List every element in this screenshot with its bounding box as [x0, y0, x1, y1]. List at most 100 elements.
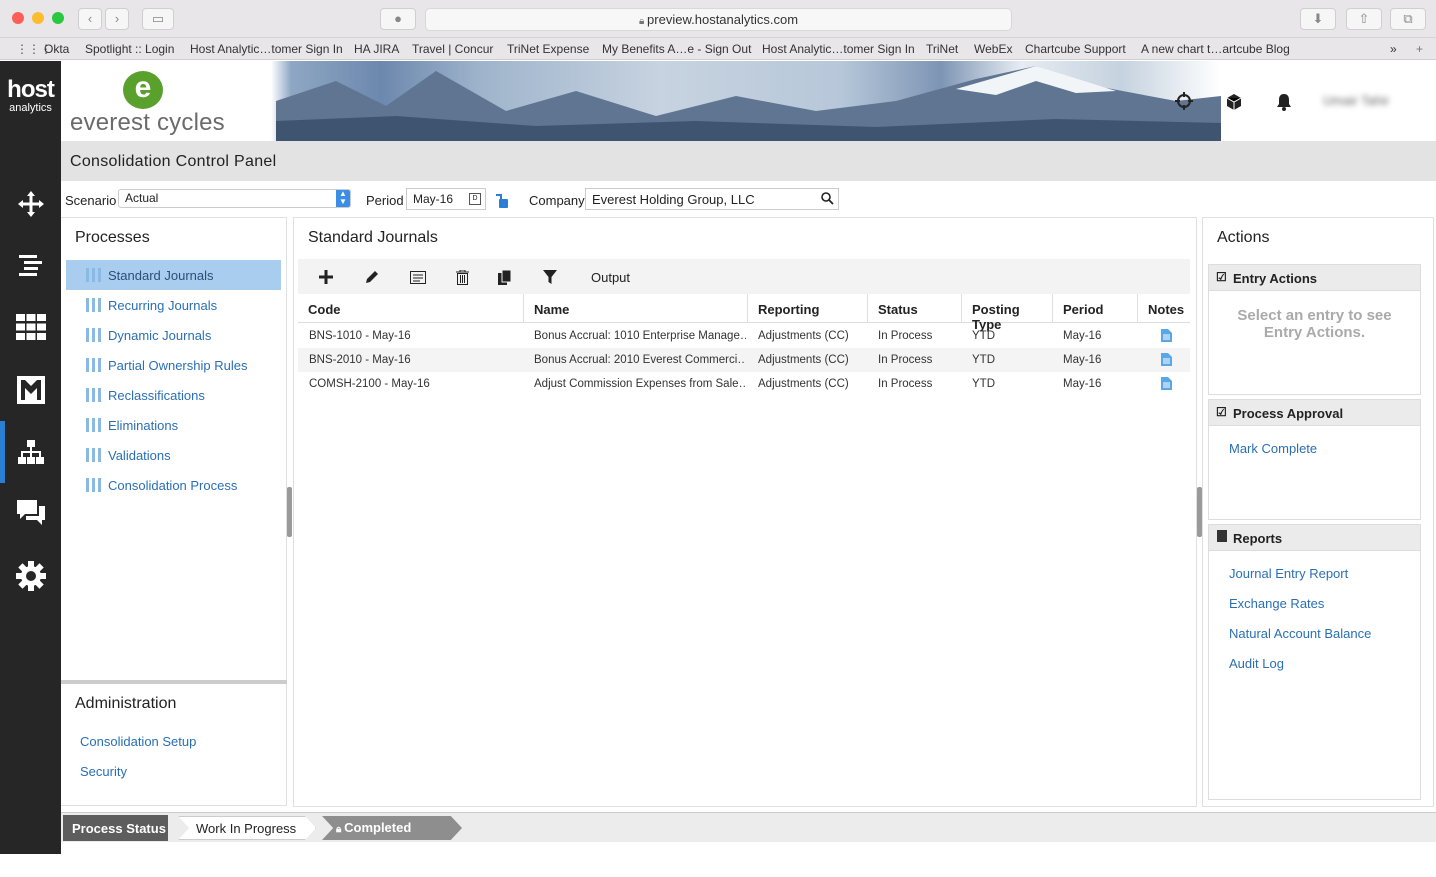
share-button[interactable]: ⇧ — [1346, 8, 1382, 30]
bookmark[interactable]: WebEx — [974, 42, 1012, 56]
period-field[interactable]: May-16 D — [406, 188, 486, 210]
note-document-icon[interactable] — [1161, 377, 1172, 393]
cell-code: BNS-1010 - May-16 — [309, 330, 411, 342]
bookmark[interactable]: Chartcube Support — [1025, 42, 1126, 56]
edit-pencil-icon[interactable] — [362, 267, 382, 287]
bookmark[interactable]: Host Analytic…tomer Sign In — [190, 42, 343, 56]
bell-icon[interactable] — [1276, 93, 1292, 114]
filter-funnel-icon[interactable] — [540, 267, 560, 287]
process-item-partial-ownership-rules[interactable]: Partial Ownership Rules — [66, 350, 281, 380]
mark-complete-link[interactable]: Mark Complete — [1229, 441, 1317, 456]
add-icon[interactable] — [316, 267, 336, 287]
process-label: Dynamic Journals — [108, 327, 212, 343]
company-value: Everest Holding Group, LLC — [592, 192, 755, 207]
grid-icon[interactable] — [0, 302, 61, 352]
period-value: May-16 — [413, 192, 454, 206]
consolidation-setup-link[interactable]: Consolidation Setup — [80, 734, 196, 749]
company-search-field[interactable]: Everest Holding Group, LLC — [585, 188, 839, 210]
status-step-label: Completed — [344, 820, 412, 835]
journal-entry-report-link[interactable]: Journal Entry Report — [1229, 566, 1348, 581]
process-label: Eliminations — [108, 417, 179, 433]
back-button[interactable]: ‹ — [78, 8, 102, 30]
sidebar-toggle-button[interactable]: ▭ — [142, 8, 174, 30]
calendar-icon[interactable]: D — [469, 193, 481, 205]
downloads-button[interactable]: ⬇ — [1300, 8, 1336, 30]
url-text: preview.hostanalytics.com — [647, 12, 799, 27]
delete-trash-icon[interactable] — [452, 267, 472, 287]
process-item-eliminations[interactable]: Eliminations — [66, 410, 281, 440]
user-name[interactable]: Umair Tahir — [1323, 93, 1389, 108]
column-header-name[interactable]: Name — [524, 294, 748, 323]
process-item-dynamic-journals[interactable]: Dynamic Journals — [66, 320, 281, 350]
unlock-icon[interactable] — [493, 193, 509, 212]
process-item-reclassifications[interactable]: Reclassifications — [66, 380, 281, 410]
move-arrows-icon[interactable] — [0, 179, 61, 229]
status-step-work-in-progress[interactable]: Work In Progress — [178, 816, 316, 840]
copy-icon[interactable] — [495, 267, 515, 287]
natural-account-balance-link[interactable]: Natural Account Balance — [1229, 626, 1371, 641]
administration-title: Administration — [75, 695, 177, 712]
settings-gear-icon[interactable] — [0, 551, 61, 601]
exchange-rates-link[interactable]: Exchange Rates — [1229, 596, 1324, 611]
process-item-validations[interactable]: Validations — [66, 440, 281, 470]
process-item-standard-journals[interactable]: Standard Journals — [66, 260, 281, 290]
process-bars-icon — [86, 448, 102, 462]
bookmark[interactable]: My Benefits A…e - Sign Out — [602, 42, 751, 56]
bookmark[interactable]: TriNet — [926, 42, 958, 56]
resize-handle-left[interactable] — [287, 487, 292, 537]
entry-actions-header: ☑ Entry Actions — [1209, 265, 1420, 291]
table-row[interactable]: COMSH-2100 - May-16 Adjust Commission Ex… — [298, 372, 1190, 396]
column-header-code[interactable]: Code — [298, 294, 524, 323]
minimize-window-button[interactable] — [32, 12, 44, 24]
bookmark[interactable]: Spotlight :: Login — [85, 42, 174, 56]
cell-posting-type: YTD — [972, 378, 995, 390]
entry-actions-title: Entry Actions — [1233, 271, 1318, 286]
extension-button[interactable]: ● — [380, 8, 416, 30]
column-header-reporting[interactable]: Reporting — [748, 294, 868, 323]
column-header-notes[interactable]: Notes — [1138, 294, 1190, 323]
audit-log-link[interactable]: Audit Log — [1229, 656, 1284, 671]
header-banner: e everest cycles Umair Tahir — [61, 61, 1436, 141]
forward-button[interactable]: › — [105, 8, 129, 30]
bookmark[interactable]: TriNet Expense — [507, 42, 589, 56]
process-item-recurring-journals[interactable]: Recurring Journals — [66, 290, 281, 320]
page-header: Consolidation Control Panel — [61, 141, 1436, 181]
address-bar[interactable]: 🔒︎ preview.hostanalytics.com — [425, 8, 1012, 31]
tabs-button[interactable]: ⧉ — [1390, 8, 1426, 30]
filter-bar: Scenario Actual ▲ ▼ Period May-16 D Compa… — [61, 181, 1436, 217]
more-bookmarks-icon[interactable]: » — [1390, 42, 1397, 56]
bookmark[interactable]: Host Analytic…tomer Sign In — [762, 42, 915, 56]
cube-icon[interactable] — [1225, 93, 1243, 114]
entry-actions-section: ☑ Entry Actions Select an entry to see En… — [1208, 264, 1421, 395]
note-document-icon[interactable] — [1161, 329, 1172, 345]
new-tab-icon[interactable]: + — [1416, 42, 1423, 56]
cell-code: BNS-2010 - May-16 — [309, 354, 411, 366]
hierarchy-list-icon[interactable] — [0, 240, 61, 290]
checkbox-icon: ☑ — [1216, 405, 1227, 419]
search-icon[interactable] — [821, 192, 834, 208]
process-bars-icon — [86, 418, 102, 432]
details-icon[interactable] — [408, 267, 428, 287]
page-title: Consolidation Control Panel — [70, 153, 277, 170]
output-button[interactable]: Output — [591, 270, 630, 285]
maximize-window-button[interactable] — [52, 12, 64, 24]
bookmark[interactable]: Okta — [44, 42, 69, 56]
table-row[interactable]: BNS-1010 - May-16 Bonus Accrual: 1010 En… — [298, 324, 1190, 348]
chat-icon[interactable] — [0, 488, 61, 538]
bookmark[interactable]: HA JIRA — [354, 42, 399, 56]
status-step-completed[interactable]: 🔒︎ Completed — [322, 816, 462, 840]
scenario-select[interactable]: Actual ▲ ▼ — [118, 189, 351, 208]
bookmark[interactable]: A new chart t…artcube Blog — [1141, 42, 1290, 56]
column-header-posting-type[interactable]: Posting Type — [962, 294, 1053, 332]
note-document-icon[interactable] — [1161, 353, 1172, 369]
process-item-consolidation-process[interactable]: Consolidation Process — [66, 470, 281, 500]
column-header-status[interactable]: Status — [868, 294, 962, 323]
crosshair-icon[interactable] — [1175, 92, 1193, 113]
bookmark[interactable]: Travel | Concur — [412, 42, 493, 56]
consolidation-org-icon[interactable] — [0, 427, 61, 477]
security-link[interactable]: Security — [80, 764, 127, 779]
column-header-period[interactable]: Period — [1053, 294, 1138, 323]
reports-chart-icon[interactable] — [0, 365, 61, 415]
table-row[interactable]: BNS-2010 - May-16 Bonus Accrual: 2010 Ev… — [298, 348, 1190, 372]
close-window-button[interactable] — [12, 12, 24, 24]
